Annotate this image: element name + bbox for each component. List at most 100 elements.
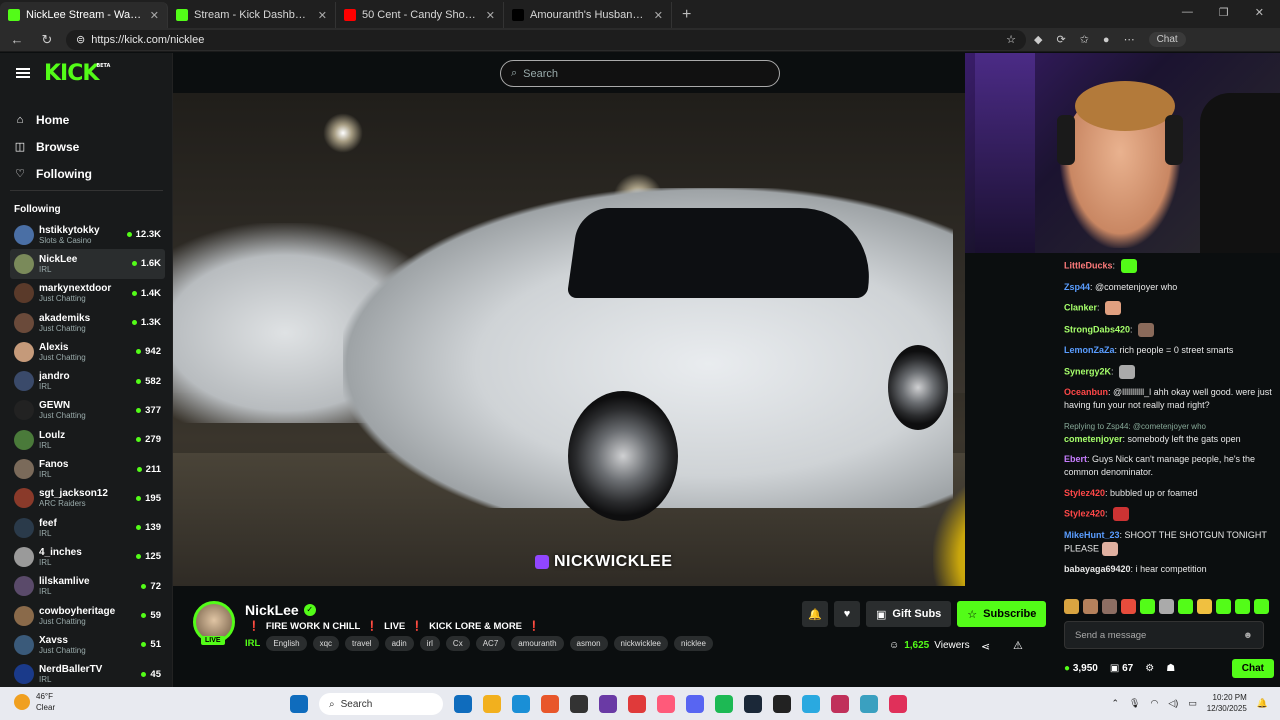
url-field[interactable]: ⊜ https://kick.com/nicklee ☆ [66,29,1026,50]
browser-tab[interactable]: Amouranth's Husband (@nickwic ✕ [504,2,672,28]
minimize-icon[interactable]: — [1182,6,1193,19]
mic-icon[interactable]: 🎙 [1129,698,1140,709]
chat-username[interactable]: MikeHunt_23 [1064,530,1120,540]
emote-icon[interactable] [1102,599,1117,614]
taskbar-app-icon[interactable] [831,695,849,713]
channel-points[interactable]: ● 3,950 [1064,663,1098,674]
close-window-icon[interactable]: ✕ [1255,6,1264,19]
nav-following[interactable]: ♡ Following [14,160,92,187]
chat-username[interactable]: Stylez420 [1064,508,1105,518]
following-item[interactable]: akademiks Just Chatting 1.3K [10,308,165,337]
share-icon[interactable]: ⋖ [981,640,990,653]
chat-users-icon[interactable]: ☗ [1166,663,1175,674]
tray-chevron-icon[interactable]: ⌃ [1111,698,1119,709]
more-menu-icon[interactable]: ⋯ [1124,33,1135,46]
stream-tag[interactable]: AC7 [475,636,506,651]
stream-tag[interactable]: adin [384,636,414,651]
report-icon[interactable]: ⚠ [1013,639,1023,652]
taskbar-app-icon[interactable] [686,695,704,713]
following-item[interactable]: markynextdoor Just Chatting 1.4K [10,279,165,308]
taskbar-app-icon[interactable] [802,695,820,713]
chat-username[interactable]: Zsp44 [1064,282,1090,292]
copilot-chat-button[interactable]: Chat [1148,32,1186,47]
following-item[interactable]: Fanos IRL 211 [10,454,165,483]
chat-username[interactable]: Stylez420 [1064,488,1105,498]
tab-close-icon[interactable]: ✕ [654,9,663,22]
start-button[interactable] [290,695,308,713]
emote-icon[interactable] [1121,599,1136,614]
stream-tag[interactable]: amouranth [511,636,564,651]
stream-tag[interactable]: nickwicklee [613,636,668,651]
chat-send-button[interactable]: Chat [1231,658,1274,678]
emote-icon[interactable] [1216,599,1231,614]
stream-tag[interactable]: asmon [569,636,608,651]
taskbar-app-icon[interactable] [773,695,791,713]
stream-tag[interactable]: irl [419,636,440,651]
browser-tab[interactable]: NickLee Stream - Watch Live ✕ [0,2,168,28]
taskbar-app-icon[interactable] [454,695,472,713]
kick-logo[interactable]: KICK BETA [44,61,110,86]
following-item[interactable]: sgt_jackson12 ARC Raiders 195 [10,484,165,513]
following-item[interactable]: Alexis Just Chatting 942 [10,337,165,366]
chat-settings-icon[interactable]: ⚙ [1145,663,1154,674]
following-item[interactable]: GEWN Just Chatting 377 [10,396,165,425]
battery-icon[interactable]: ▭ [1188,698,1197,709]
nav-home[interactable]: ⌂ Home [14,106,92,133]
subscribe-button[interactable]: ☆ Subscribe [957,601,1047,627]
chat-username[interactable]: Synergy2K [1064,366,1111,376]
taskbar-app-icon[interactable] [715,695,733,713]
chat-username[interactable]: LittleDucks [1064,260,1113,270]
taskbar-app-icon[interactable] [657,695,675,713]
wifi-icon[interactable]: ◠ [1150,698,1158,709]
following-item[interactable]: lilskamlive IRL 72 [10,572,165,601]
nav-browse[interactable]: ◫ Browse [14,133,92,160]
emote-icon[interactable] [1178,599,1193,614]
collections-icon[interactable]: ✩ [1080,33,1089,46]
stream-tag[interactable]: nicklee [674,636,713,651]
taskbar-app-icon[interactable] [570,695,588,713]
browser-tab[interactable]: 50 Cent - Candy Shop (Official Mu ✕ [336,2,504,28]
refresh-extension-icon[interactable]: ⟳ [1056,33,1065,46]
following-item[interactable]: NickLee IRL 1.6K [10,249,165,279]
stream-tag[interactable]: xqc [312,636,340,651]
notification-bell-icon[interactable]: 🔔 [802,601,828,627]
tab-close-icon[interactable]: ✕ [318,9,327,22]
chat-username[interactable]: LemonZaZa [1064,345,1115,355]
emote-icon[interactable] [1197,599,1212,614]
chat-username[interactable]: Clanker [1064,302,1097,312]
taskbar-search[interactable]: ⌕ Search [319,693,443,715]
stream-tag[interactable]: Cx [445,636,470,651]
following-item[interactable]: Xavss Just Chatting 51 [10,630,165,659]
favorite-star-icon[interactable]: ☆ [1006,33,1016,46]
taskbar-app-icon[interactable] [483,695,501,713]
emoji-icon[interactable]: ☻ [1243,630,1253,641]
back-icon[interactable]: ← [6,32,28,47]
extension-icon[interactable]: ◆ [1034,33,1042,46]
volume-icon[interactable]: ◁) [1168,698,1178,709]
search-input[interactable]: ⌕ Search [500,60,780,87]
chat-input[interactable]: Send a message ☻ [1064,621,1264,649]
emote-icon[interactable] [1159,599,1174,614]
taskbar-app-icon[interactable] [628,695,646,713]
taskbar-app-icon[interactable] [512,695,530,713]
gift-count[interactable]: ▣ 67 [1110,663,1133,674]
following-item[interactable]: jandro IRL 582 [10,366,165,395]
following-item[interactable]: feef IRL 139 [10,513,165,542]
stream-category[interactable]: IRL [245,638,260,649]
reload-icon[interactable]: ↻ [36,32,58,48]
chat-username[interactable]: StrongDabs420 [1064,324,1130,334]
taskbar-app-icon[interactable] [541,695,559,713]
stream-tag[interactable]: travel [345,636,379,651]
browser-tab[interactable]: Stream - Kick Dashboard ✕ [168,2,336,28]
new-tab-icon[interactable]: + [672,6,701,28]
emote-icon[interactable] [1083,599,1098,614]
streamer-name[interactable]: NickLee ✓ [245,602,316,618]
taskbar-app-icon[interactable] [599,695,617,713]
taskbar-app-icon[interactable] [860,695,878,713]
notifications-icon[interactable]: 🔔 [1257,698,1268,709]
maximize-icon[interactable]: ❐ [1219,6,1229,19]
stream-tag[interactable]: English [266,636,307,651]
profile-icon[interactable]: ● [1103,34,1110,46]
following-item[interactable]: hstikkytokky Slots & Casino 12.3K [10,220,165,249]
chat-username[interactable]: babayaga69420 [1064,564,1131,574]
